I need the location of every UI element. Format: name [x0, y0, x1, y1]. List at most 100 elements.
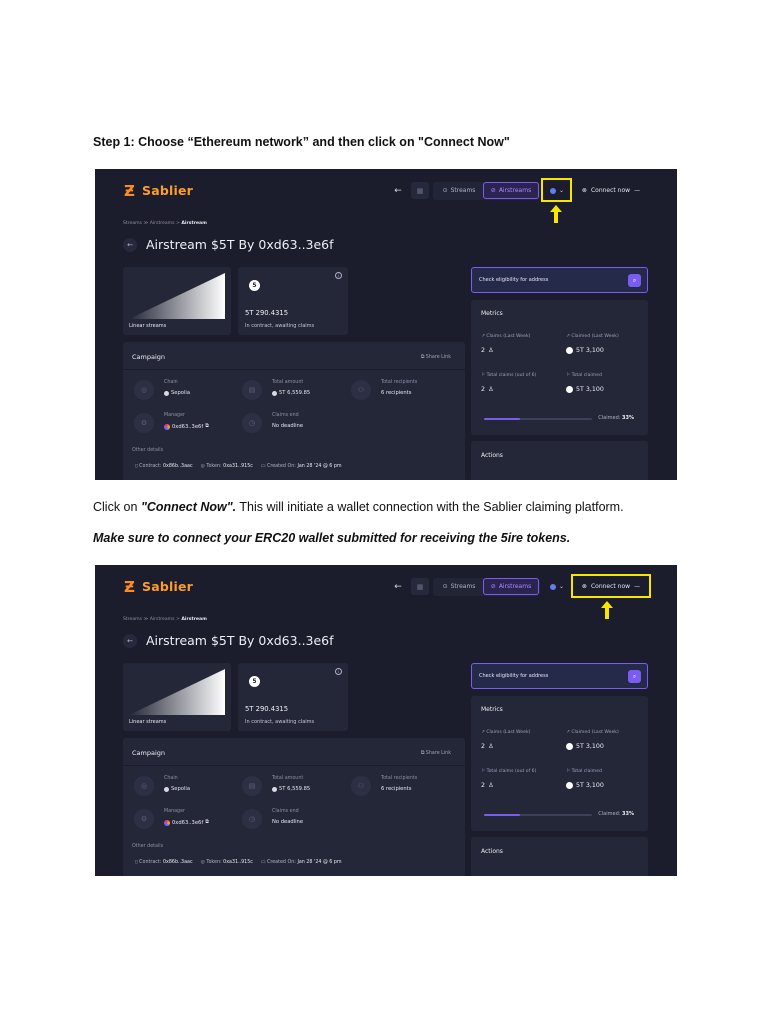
user-icon: ♙ — [488, 347, 494, 354]
tab-streams[interactable]: ⊙ Streams — [437, 578, 481, 595]
user-icon: ♙ — [488, 386, 494, 393]
streams-icon: ⊙ — [442, 583, 448, 590]
streams-icon: ⊙ — [442, 187, 448, 194]
chart-label: Linear streams — [129, 719, 167, 725]
other-details-row: ▯ Contract: 0x86b..3aac ◎ Token: 0xa31..… — [135, 464, 342, 469]
field-chain-label: Chain — [164, 380, 178, 385]
field-total-amount-value: 5T 6,559.85 — [272, 786, 310, 792]
page-header: ← Airstream $5T By 0xd63..3e6f — [123, 237, 334, 252]
contract-detail[interactable]: ▯ Contract: 0x86b..3aac — [135, 860, 193, 865]
chevron-down-icon: ⌄ — [558, 583, 565, 590]
breadcrumb-separator: ≫ — [142, 617, 150, 622]
chain-icon: ◎ — [134, 776, 154, 796]
nav-grid-button[interactable]: ▦ — [411, 182, 429, 199]
claims-last-week-text: Claims (Last Week) — [486, 730, 531, 735]
eligibility-search[interactable]: Check eligibility for address ⌕ — [471, 663, 648, 689]
token-icon — [566, 386, 573, 393]
info-icon[interactable]: i — [335, 668, 342, 675]
field-total-amount-label: Total amount — [272, 380, 304, 385]
share-link-button[interactable]: ⧉ Share Link — [421, 354, 451, 360]
claimed-last-week-label: ↗ Claimed (Last Week) — [566, 334, 619, 339]
total-claims-value: 2 ♙ — [481, 782, 494, 789]
created-label: Created On: — [266, 860, 298, 865]
search-button[interactable]: ⌕ — [628, 274, 641, 287]
click-rest: This will initiate a wallet connection w… — [236, 500, 624, 514]
tab-airstreams[interactable]: ⊘ Airstreams — [483, 182, 539, 199]
copy-icon[interactable]: ⧉ — [205, 423, 209, 430]
share-link-button[interactable]: ⧉ Share Link — [421, 750, 451, 756]
info-icon[interactable]: i — [335, 272, 342, 279]
title-back-button[interactable]: ← — [123, 237, 137, 252]
grid-icon: ▦ — [416, 582, 424, 591]
breadcrumb-streams[interactable]: Streams — [123, 221, 142, 226]
connect-now-button[interactable]: ⊗ Connect now — — [575, 182, 647, 199]
nav-back-button[interactable]: ← — [391, 182, 405, 199]
token-detail[interactable]: ◎ Token: 0xa31..915c — [201, 464, 253, 469]
breadcrumb-airstreams[interactable]: Airstreams — [150, 617, 175, 622]
sablier-logo[interactable]: Ƶ Sablier — [124, 183, 193, 198]
chain-selector[interactable]: ⌄ — [544, 578, 570, 595]
created-detail: ▭ Created On: Jan 28 '24 @ 6 pm — [261, 464, 342, 469]
clock-icon: ◷ — [242, 809, 262, 829]
claimed-label: Claimed: — [598, 811, 621, 817]
claimed-progress-bar — [484, 418, 592, 420]
claims-last-week-value: 2 ♙ — [481, 347, 494, 354]
sablier-logo[interactable]: Ƶ Sablier — [124, 579, 193, 594]
avatar-icon — [164, 423, 170, 430]
total-claimed-value: 5T 3,100 — [566, 386, 604, 393]
share-link-label: Share Link — [425, 355, 451, 360]
field-recipients-label: Total recipients — [381, 776, 418, 781]
actions-title: Actions — [481, 452, 503, 459]
copy-icon[interactable]: ⧉ — [205, 819, 209, 826]
token-icon — [272, 786, 277, 792]
eligibility-placeholder[interactable]: Check eligibility for address — [479, 277, 548, 283]
field-claims-end-value: No deadline — [272, 819, 304, 825]
campaign-card: Campaign ⧉ Share Link ◎ Chain Sepolia ▤ … — [123, 342, 465, 480]
amount-card: 5 i 5T 290.4315 In contract, awaiting cl… — [238, 663, 348, 731]
tab-streams[interactable]: ⊙ Streams — [437, 182, 481, 199]
linear-streams-card: Linear streams — [123, 267, 231, 335]
breadcrumb-streams[interactable]: Streams — [123, 617, 142, 622]
nav-grid-button[interactable]: ▦ — [411, 578, 429, 595]
highlight-arrow-icon — [601, 601, 613, 619]
breadcrumb-airstreams[interactable]: Airstreams — [150, 221, 175, 226]
token-detail[interactable]: ◎ Token: 0xa31..915c — [201, 860, 253, 865]
token-value: 0xa31..915c — [223, 464, 253, 469]
claims-last-week-text: Claims (Last Week) — [486, 334, 531, 339]
airstreams-icon: ⊘ — [490, 187, 496, 194]
claimed-percent: 33% — [622, 811, 634, 817]
users-icon: ⚇ — [351, 776, 371, 796]
field-total-amount-value: 5T 6,559.85 — [272, 390, 310, 396]
token-icon: 5 — [249, 280, 260, 291]
claimed-progress-fill — [484, 814, 520, 816]
sablier-logo-icon: Ƶ — [124, 577, 135, 596]
campaign-divider — [123, 369, 465, 370]
eligibility-placeholder[interactable]: Check eligibility for address — [479, 673, 548, 679]
claimed-last-week-number: 5T 3,100 — [576, 743, 604, 750]
total-claimed-label: ⚐ Total claimed — [566, 373, 602, 378]
campaign-card: Campaign ⧉ Share Link ◎ Chain Sepolia ▤ … — [123, 738, 465, 876]
nav-back-button[interactable]: ← — [391, 578, 405, 595]
claimed-last-week-text: Claimed (Last Week) — [571, 334, 619, 339]
field-recipients-label: Total recipients — [381, 380, 418, 385]
title-back-button[interactable]: ← — [123, 633, 137, 648]
ethereum-icon — [549, 583, 556, 590]
created-value: Jan 28 '24 @ 6 pm — [297, 860, 342, 865]
amount-value: 5T 290.4315 — [245, 705, 289, 713]
contract-detail[interactable]: ▯ Contract: 0x86b..3aac — [135, 464, 193, 469]
breadcrumb-current: Airstream — [181, 617, 207, 622]
connect-now-instruction: Click on "Connect Now". This will initia… — [93, 500, 624, 514]
chain-value-text: Sepolia — [171, 786, 191, 792]
tab-streams-label: Streams — [450, 187, 476, 194]
total-claimed-text: Total claimed — [571, 373, 602, 378]
tab-airstreams-label: Airstreams — [498, 583, 532, 590]
claimed-last-week-label: ↗ Claimed (Last Week) — [566, 730, 619, 735]
tab-airstreams[interactable]: ⊘ Airstreams — [483, 578, 539, 595]
search-button[interactable]: ⌕ — [628, 670, 641, 683]
contract-label: Contract: — [139, 860, 163, 865]
field-manager-label: Manager — [164, 413, 186, 418]
token-icon — [272, 390, 277, 396]
field-claims-end-label: Claims end — [272, 809, 299, 814]
highlight-box — [541, 178, 572, 202]
eligibility-search[interactable]: Check eligibility for address ⌕ — [471, 267, 648, 293]
